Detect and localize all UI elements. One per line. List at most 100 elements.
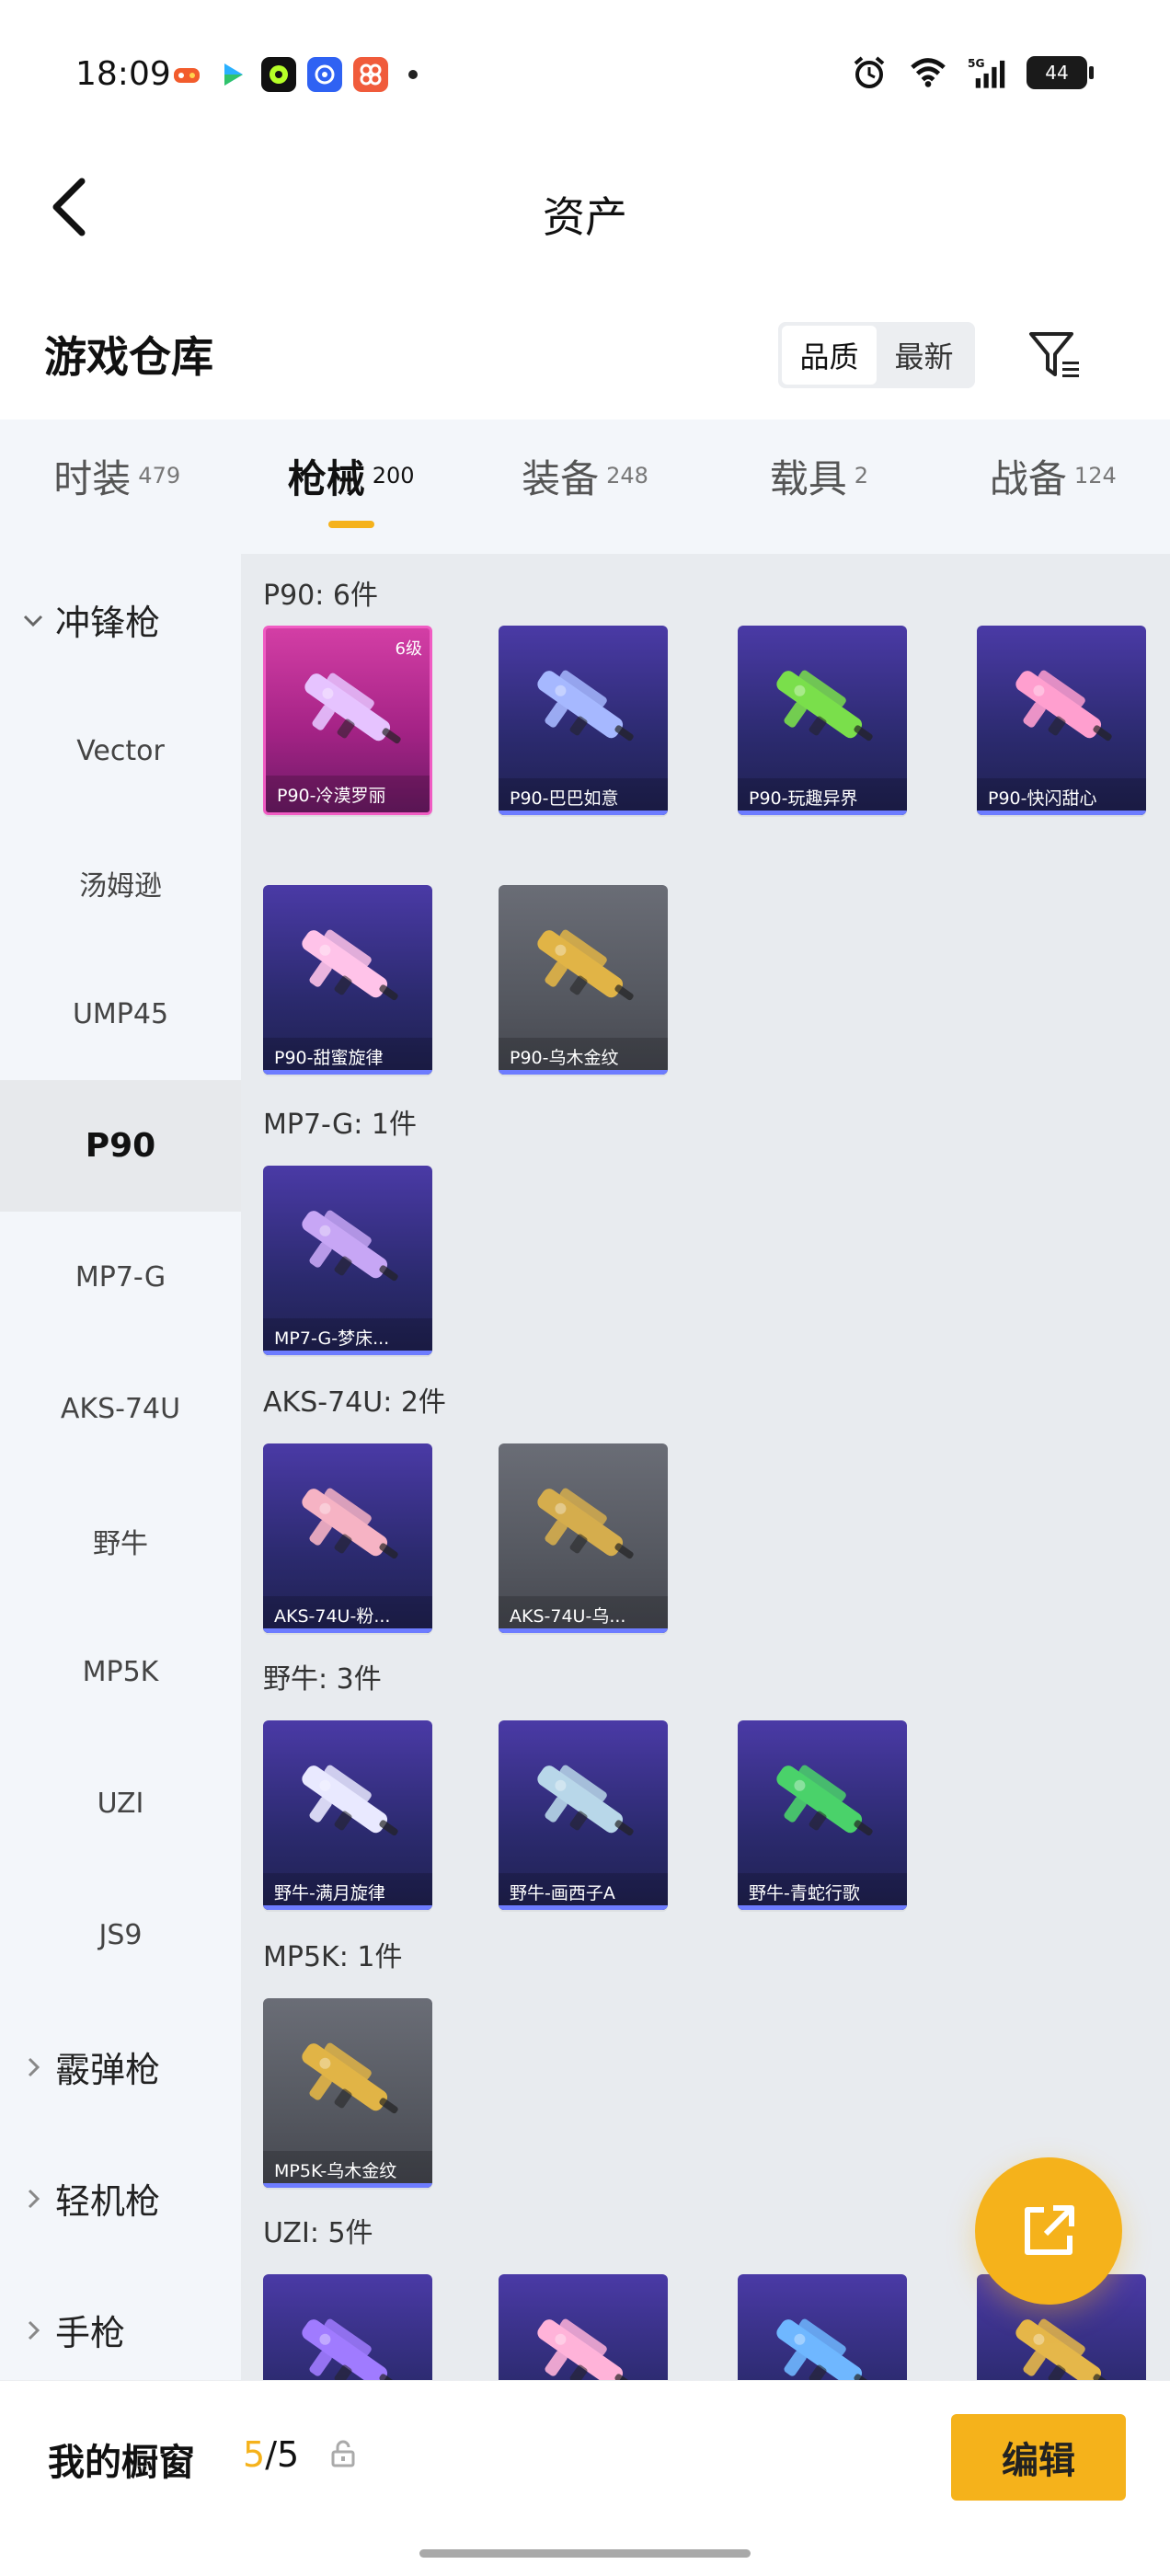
weapon-card[interactable]: MP5K-乌木金纹	[263, 1998, 432, 2188]
sidebar-item-uzi[interactable]: UZI	[0, 1738, 241, 1869]
weapon-name: 野牛-画西子A	[499, 1873, 668, 1910]
tab-count: 248	[606, 463, 648, 489]
weapon-skin-icon	[537, 1765, 634, 1836]
lock-icon	[327, 2438, 359, 2469]
section-title: MP5K: 1件	[263, 1941, 403, 1973]
sort-toggle: 品质 最新	[778, 322, 975, 388]
sidebar-item-bizon[interactable]: 野牛	[0, 1475, 241, 1606]
share-button[interactable]	[975, 2157, 1122, 2305]
rarity-bar	[977, 811, 1146, 815]
weapon-card[interactable]: MP7-G-梦床...	[263, 1166, 432, 1355]
tab-vehicles[interactable]: 载具 2	[702, 420, 935, 554]
weapon-card[interactable]: P90-甜蜜旋律	[263, 885, 432, 1075]
section-title: MP7-G: 1件	[263, 1109, 417, 1141]
sidebar-group-smg[interactable]: 冲锋枪	[0, 554, 241, 685]
sidebar-group-pistol[interactable]: 手枪	[0, 2264, 241, 2396]
svg-text:5G: 5G	[968, 57, 985, 70]
weapon-card[interactable]: P90-乌木金纹	[499, 885, 668, 1075]
chevron-down-icon	[20, 607, 46, 633]
weapon-name: P90-快闪甜心	[977, 778, 1146, 815]
cellular-5g-icon: 5G	[968, 53, 1006, 92]
sidebar-item-ump45[interactable]: UMP45	[0, 949, 241, 1080]
sidebar-item-p90[interactable]: P90	[0, 1080, 241, 1212]
weapon-skin-icon	[1015, 2318, 1112, 2380]
weapon-skin-icon	[302, 2318, 398, 2380]
video-icon	[215, 57, 250, 92]
weapon-card[interactable]: 野牛-画西子A	[499, 1720, 668, 1910]
weapon-card[interactable]: P90-巴巴如意	[499, 626, 668, 815]
tab-label: 载具	[769, 455, 847, 501]
weapon-name: P90-玩趣异界	[738, 778, 907, 815]
weapon-card[interactable]	[499, 2274, 668, 2380]
filter-button[interactable]	[1023, 322, 1087, 386]
rarity-bar	[738, 1905, 907, 1910]
sidebar-group-lmg[interactable]: 轻机枪	[0, 2133, 241, 2264]
tab-supplies[interactable]: 战备 124	[936, 420, 1170, 554]
game-icon	[169, 57, 204, 92]
camera-icon	[261, 57, 296, 92]
weapon-card[interactable]: P90-玩趣异界	[738, 626, 907, 815]
tab-count: 200	[372, 463, 415, 489]
weapon-card[interactable]: AKS-74U-乌...	[499, 1443, 668, 1633]
sort-by-newest[interactable]: 最新	[877, 326, 971, 385]
weapon-skin-icon	[302, 1210, 398, 1282]
rarity-bar	[499, 811, 668, 815]
rarity-bar	[263, 1070, 432, 1075]
sidebar-item-mp7g[interactable]: MP7-G	[0, 1212, 241, 1343]
weapon-card[interactable]: P90-快闪甜心	[977, 626, 1146, 815]
weapon-card[interactable]: 野牛-满月旋律	[263, 1720, 432, 1910]
weapon-name: AKS-74U-粉...	[263, 1596, 432, 1633]
weapon-card[interactable]: 野牛-青蛇行歌	[738, 1720, 907, 1910]
tab-costume[interactable]: 时装 479	[0, 420, 234, 554]
rarity-bar	[263, 1628, 432, 1633]
external-link-icon	[1025, 2205, 1074, 2255]
chat-icon	[353, 57, 388, 92]
weapon-card[interactable]: 6级 P90-冷漠罗丽	[263, 626, 432, 815]
weapon-card[interactable]	[263, 2274, 432, 2380]
section-title: P90: 6件	[263, 580, 378, 612]
sidebar-item-aks74u[interactable]: AKS-74U	[0, 1343, 241, 1475]
warehouse-header: 游戏仓库 品质 最新	[0, 304, 1170, 405]
tab-count: 2	[854, 463, 869, 489]
sidebar-item-vector[interactable]: Vector	[0, 685, 241, 817]
weapon-skin-icon	[304, 673, 401, 744]
rarity-bar	[263, 2183, 432, 2188]
showcase-total: /5	[265, 2434, 300, 2475]
tab-label: 枪械	[287, 455, 365, 501]
chevron-right-icon	[20, 2186, 46, 2212]
weapon-name: 野牛-满月旋律	[263, 1873, 432, 1910]
level-badge: 6级	[395, 639, 422, 659]
sidebar-item-thompson[interactable]: 汤姆逊	[0, 817, 241, 949]
browser-icon	[307, 57, 342, 92]
sidebar-item-js9[interactable]: JS9	[0, 1869, 241, 2001]
wifi-icon	[909, 53, 947, 92]
battery-icon: 44	[1027, 56, 1094, 89]
sidebar-group-label: 轻机枪	[55, 2181, 161, 2222]
section-title: UZI: 5件	[263, 2217, 373, 2249]
weapon-name: P90-冷漠罗丽	[266, 776, 430, 812]
sort-by-quality[interactable]: 品质	[782, 326, 877, 385]
rarity-bar	[499, 1070, 668, 1075]
weapon-type-sidebar: 冲锋枪 Vector 汤姆逊 UMP45 P90 MP7-G AKS-74U 野…	[0, 554, 241, 2380]
sidebar-item-mp5k[interactable]: MP5K	[0, 1606, 241, 1738]
showcase-count: 5/5	[243, 2434, 299, 2475]
weapon-card[interactable]: AKS-74U-粉...	[263, 1443, 432, 1633]
tab-label: 装备	[522, 455, 600, 501]
weapon-skin-icon	[537, 670, 634, 742]
notification-dot-icon	[408, 70, 418, 79]
rarity-bar	[738, 811, 907, 815]
showcase-label: 我的橱窗	[48, 2442, 195, 2484]
edit-button[interactable]: 编辑	[951, 2414, 1126, 2501]
weapon-skin-icon	[776, 670, 873, 742]
weapon-name: P90-乌木金纹	[499, 1038, 668, 1075]
weapon-skin-icon	[302, 1488, 398, 1559]
tab-equipment[interactable]: 装备 248	[468, 420, 702, 554]
home-indicator[interactable]	[419, 2549, 751, 2558]
sidebar-group-shotgun[interactable]: 霰弹枪	[0, 2001, 241, 2133]
tab-weapons[interactable]: 枪械 200	[234, 420, 467, 554]
alarm-icon	[850, 53, 889, 92]
weapon-card[interactable]	[738, 2274, 907, 2380]
sidebar-group-label: 手枪	[55, 2313, 126, 2353]
category-tabs: 时装 479 枪械 200 装备 248 载具 2 战备 124	[0, 420, 1170, 554]
weapon-name: P90-巴巴如意	[499, 778, 668, 815]
